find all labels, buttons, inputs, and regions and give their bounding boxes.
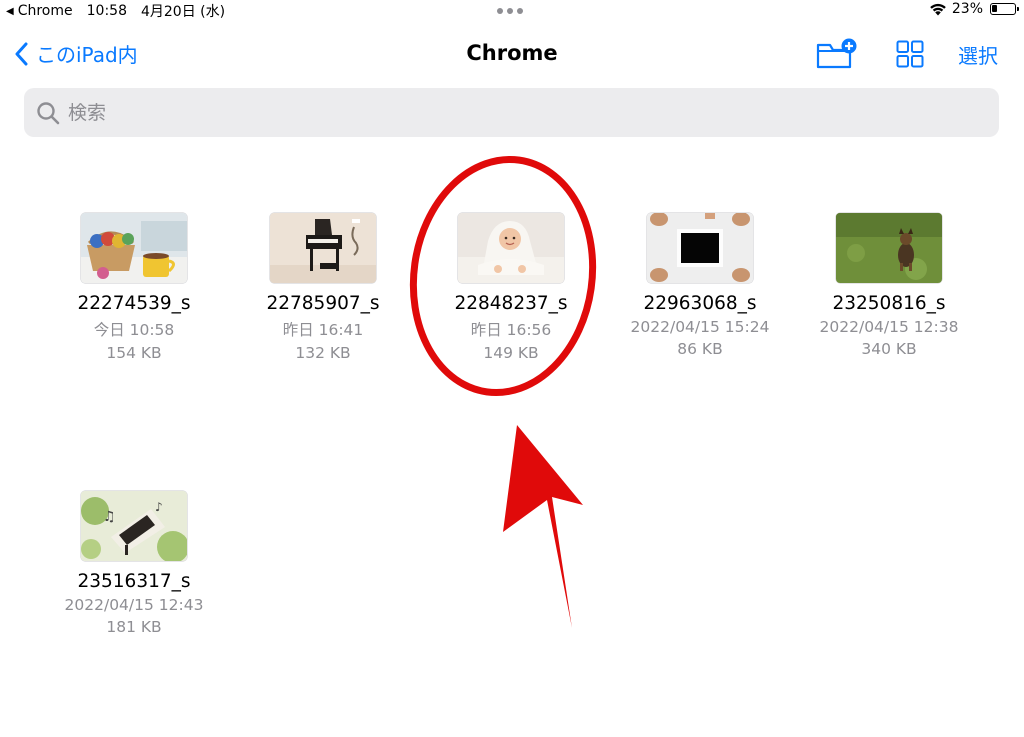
file-date: 昨日 16:41 bbox=[282, 321, 364, 339]
file-name: 23516317_s bbox=[77, 571, 191, 592]
red-arrow-icon bbox=[503, 425, 583, 628]
multitasking-dots-icon[interactable] bbox=[497, 8, 523, 14]
file-date: 昨日 16:56 bbox=[470, 321, 552, 339]
file-size: 340 KB bbox=[861, 340, 917, 358]
file-date: 2022/04/15 12:43 bbox=[64, 596, 204, 614]
file-thumbnail bbox=[836, 213, 942, 283]
status-time: 10:58 bbox=[86, 3, 127, 19]
file-size: 132 KB bbox=[295, 344, 351, 362]
status-date: 4月20日 (水) bbox=[140, 4, 226, 20]
file-item[interactable]: 22848237_s 昨日 16:56 149 KB bbox=[431, 213, 591, 362]
file-item[interactable]: 22963068_s 2022/04/15 15:24 86 KB bbox=[620, 213, 780, 358]
file-name: 22848237_s bbox=[454, 293, 568, 314]
file-item[interactable]: 23250816_s 2022/04/15 12:38 340 KB bbox=[809, 213, 969, 358]
file-size: 181 KB bbox=[106, 618, 162, 636]
file-thumbnail bbox=[81, 213, 187, 283]
file-size: 154 KB bbox=[106, 344, 162, 362]
search-input[interactable] bbox=[66, 100, 950, 125]
status-bar: ◀ Chrome 10:58 4月20日 (水) 23% bbox=[0, 0, 1024, 22]
select-button[interactable]: 選択 bbox=[958, 40, 998, 69]
file-date: 2022/04/15 12:38 bbox=[819, 318, 959, 336]
file-thumbnail bbox=[270, 213, 376, 283]
svg-text:♪: ♪ bbox=[155, 500, 163, 514]
svg-text:♫: ♫ bbox=[103, 509, 116, 525]
file-size: 149 KB bbox=[483, 344, 539, 362]
file-date: 2022/04/15 15:24 bbox=[630, 318, 770, 336]
back-triangle-icon[interactable]: ◀ bbox=[6, 6, 14, 17]
file-item[interactable]: 22274539_s 今日 10:58 154 KB bbox=[54, 213, 214, 362]
navigation-bar: このiPad内 Chrome 選択 bbox=[0, 30, 1024, 78]
new-folder-icon[interactable] bbox=[816, 38, 858, 70]
wifi-icon bbox=[930, 3, 946, 16]
file-thumbnail bbox=[458, 213, 564, 283]
file-name: 23250816_s bbox=[832, 293, 946, 314]
file-name: 22785907_s bbox=[266, 293, 380, 314]
file-thumbnail bbox=[647, 213, 753, 283]
file-item[interactable]: 22785907_s 昨日 16:41 132 KB bbox=[243, 213, 403, 362]
file-item[interactable]: ♫ ♪ 23516317_s 2022/04/15 12:43 181 KB bbox=[54, 491, 214, 636]
file-name: 22963068_s bbox=[643, 293, 757, 314]
search-icon bbox=[37, 101, 60, 124]
file-name: 22274539_s bbox=[77, 293, 191, 314]
file-thumbnail: ♫ ♪ bbox=[81, 491, 187, 561]
grid-view-icon[interactable] bbox=[896, 40, 924, 68]
status-back-app[interactable]: Chrome bbox=[18, 3, 73, 19]
file-size: 86 KB bbox=[677, 340, 723, 358]
search-bar[interactable] bbox=[24, 88, 999, 137]
file-date: 今日 10:58 bbox=[93, 321, 175, 339]
battery-percent: 23% bbox=[951, 1, 983, 17]
battery-icon bbox=[990, 3, 1019, 15]
